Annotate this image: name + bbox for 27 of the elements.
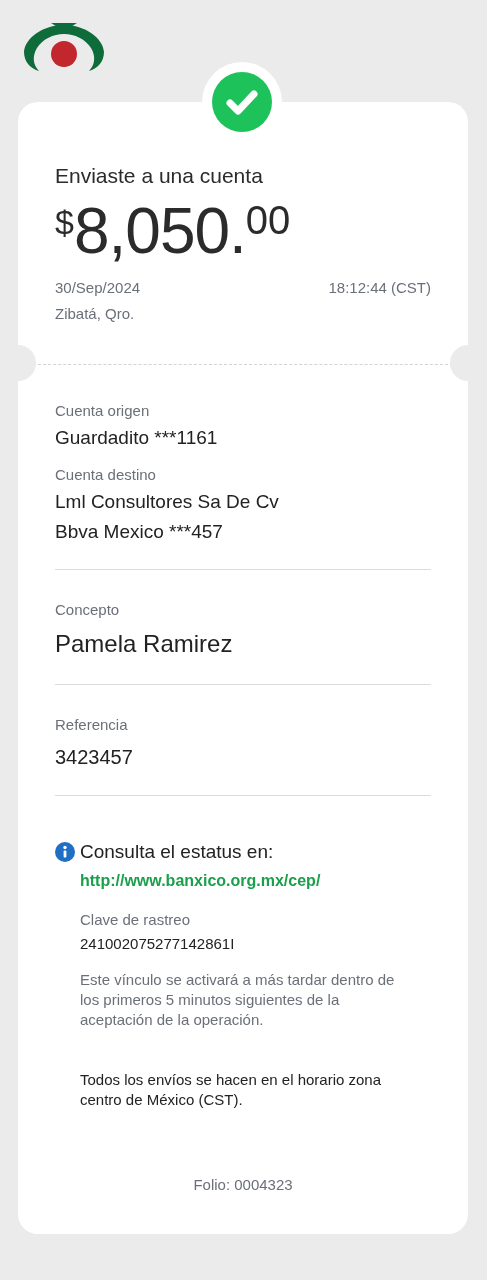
field-label: Referencia: [55, 715, 128, 735]
check-icon: [212, 72, 272, 132]
field-value: Bbva Mexico ***457: [55, 520, 223, 544]
amount-cents: 00: [245, 198, 291, 242]
info-heading: Consulta el estatus en:: [80, 840, 274, 864]
decimal-point: .: [229, 198, 246, 264]
field-value: Lml Consultores Sa De Cv: [55, 490, 279, 514]
tracking-key: 241002075277142861I: [80, 934, 235, 954]
field-value: Guardadito ***1161: [55, 426, 218, 450]
field-label: Cuenta origen: [55, 401, 150, 421]
info-note: Este vínculo se activará a más tardar dentro de los primeros 5 minutos siguientes de la aceptación de la operación.: [80, 970, 396, 1030]
field-value: 3423457: [55, 745, 133, 770]
folio-number: Folio: 0004323: [193, 1176, 293, 1193]
transfer-time: 18:12:44 (CST): [328, 278, 431, 298]
tracking-label: Clave de rastreo: [80, 910, 191, 930]
logo-icon: [23, 22, 105, 72]
field-value: Pamela Ramirez: [55, 629, 233, 659]
transfer-date: 30/Sep/2024: [55, 278, 141, 298]
info-icon: [55, 842, 75, 862]
amount-value: 8,050: [73, 198, 230, 264]
receipt-title: Enviaste a una cuenta: [55, 163, 264, 189]
transfer-location: Zibatá, Qro.: [55, 305, 135, 322]
disclaimer-text: Todos los envíos se hacen en el horario zona centro de México (CST).: [80, 1070, 383, 1110]
field-label: Concepto: [55, 600, 120, 620]
field-label: Cuenta destino: [55, 465, 156, 485]
currency-symbol: $: [55, 202, 74, 241]
status-link[interactable]: http://www.banxico.org.mx/cep/: [80, 872, 321, 890]
